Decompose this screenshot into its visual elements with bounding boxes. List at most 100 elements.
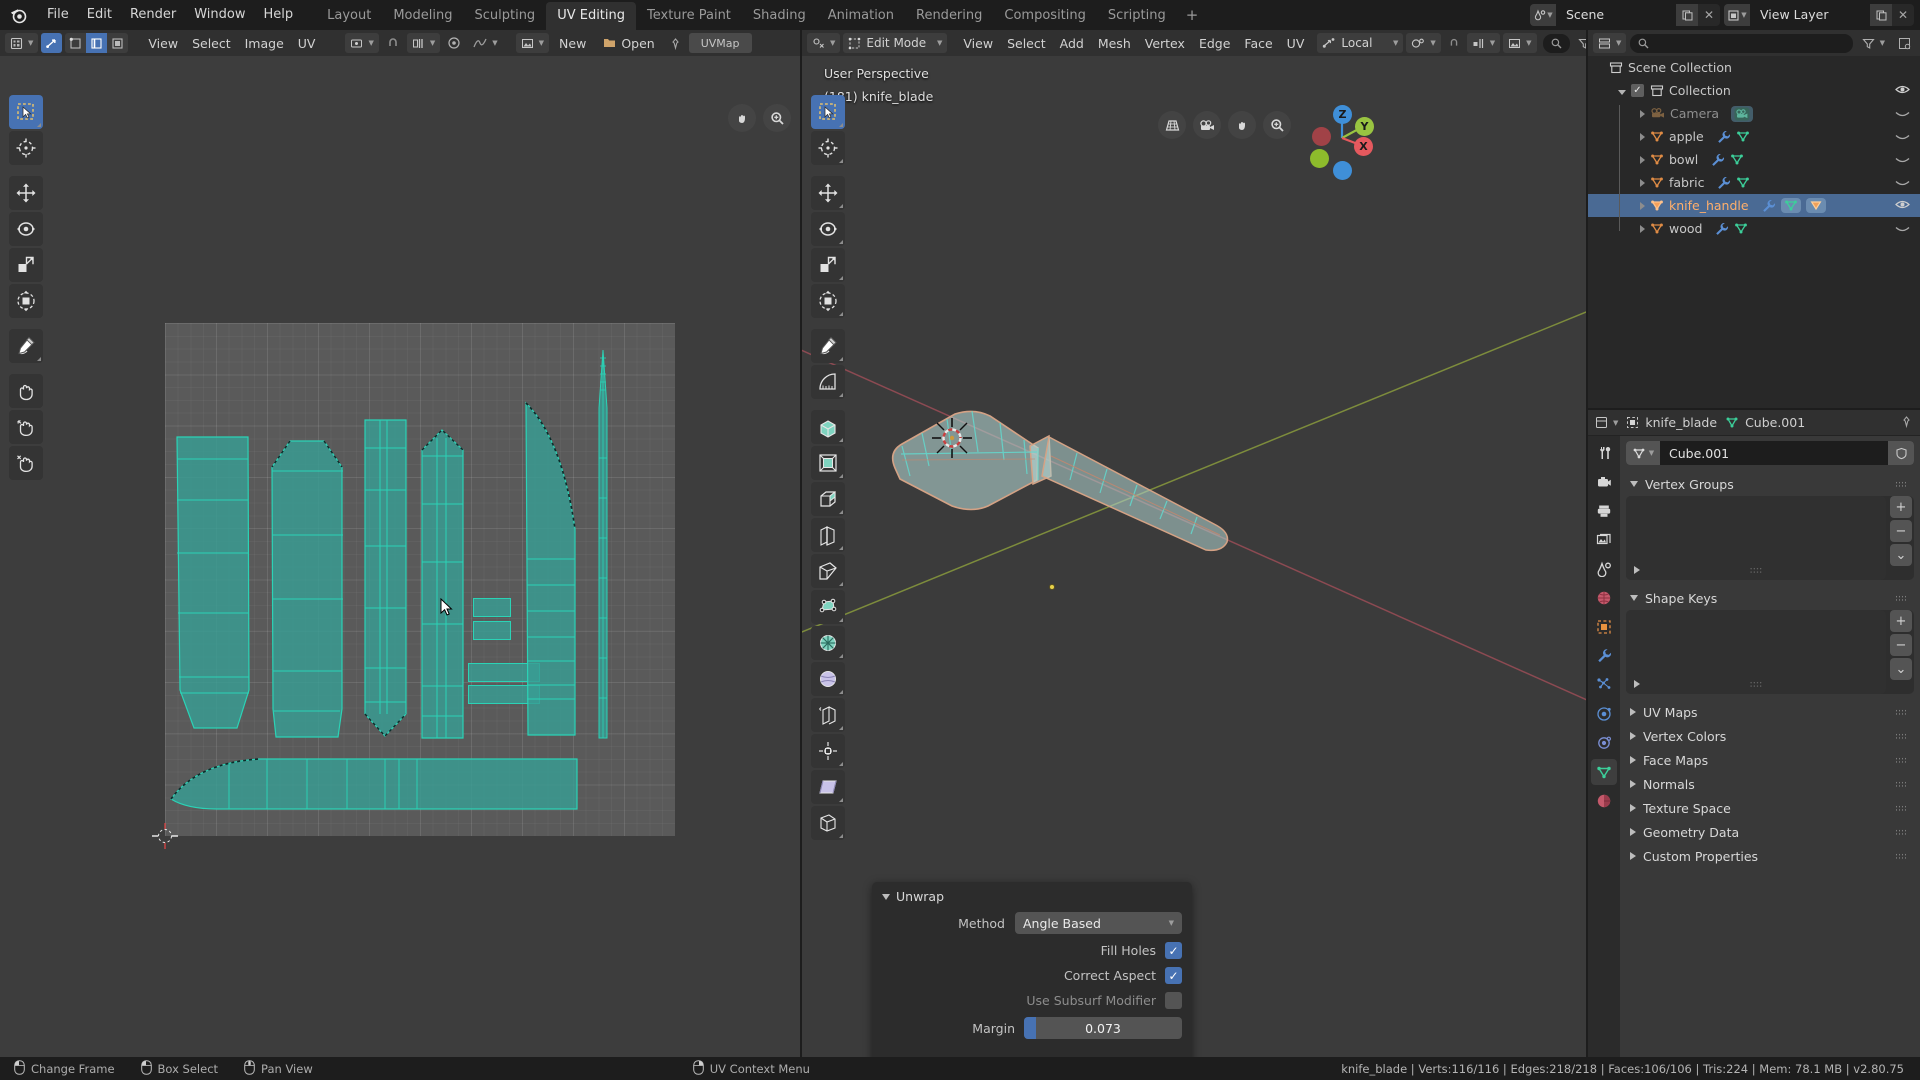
workspace-tab-uv-editing[interactable]: UV Editing: [546, 2, 637, 30]
snap-target-dropdown[interactable]: ▼: [1466, 33, 1501, 53]
inset-faces-tool[interactable]: [811, 446, 845, 480]
navigation-gizmo[interactable]: Z Y X: [1302, 98, 1382, 180]
cursor-tool[interactable]: [9, 131, 43, 165]
uvmap-name-button[interactable]: UVMap: [688, 33, 752, 53]
list-resize-grip[interactable]: [1749, 567, 1763, 574]
tool-expand-corner[interactable]: [839, 582, 843, 586]
snap-magnet-icon[interactable]: [1444, 33, 1464, 53]
mesh-data-icon[interactable]: [1736, 130, 1750, 143]
smooth-tool[interactable]: [811, 662, 845, 696]
small-quad-2[interactable]: [473, 621, 511, 640]
loop-cut-tool[interactable]: [811, 518, 845, 552]
move-tool[interactable]: [811, 176, 845, 210]
vertex-select-icon[interactable]: [65, 33, 87, 53]
workspace-tab-layout[interactable]: Layout: [316, 2, 382, 30]
workspace-tab-texture-paint[interactable]: Texture Paint: [636, 2, 742, 30]
tweak-tool[interactable]: [811, 95, 845, 129]
list-content[interactable]: [1626, 610, 1886, 694]
unwrap-operator-panel[interactable]: Unwrap Method Angle Based ▼ Fill Holes ✓…: [872, 882, 1192, 1078]
viewlayer-copy-button[interactable]: [1870, 4, 1892, 26]
pivot-point-dropdown[interactable]: ▼: [1406, 33, 1441, 53]
minus-icon[interactable]: −: [1890, 520, 1912, 542]
add-workspace-button[interactable]: +: [1177, 1, 1208, 29]
fake-user-shield-icon[interactable]: [1888, 441, 1914, 465]
render-tab[interactable]: [1591, 469, 1617, 495]
viewlayer-tab[interactable]: [1591, 527, 1617, 553]
visibility-eye-closed-icon[interactable]: [1895, 130, 1910, 144]
tool-expand-corner[interactable]: [839, 798, 843, 802]
move-tool[interactable]: [9, 176, 43, 210]
drag-grip[interactable]: [1895, 481, 1906, 488]
wrench-modifier-icon[interactable]: [1714, 222, 1729, 236]
scale-tool[interactable]: [811, 248, 845, 282]
tool-expand-corner[interactable]: [839, 618, 843, 622]
tool-expand-corner[interactable]: [839, 312, 843, 316]
edge-slide-tool[interactable]: [811, 698, 845, 732]
tool-expand-corner[interactable]: [839, 276, 843, 280]
bevel-tool[interactable]: [811, 482, 845, 516]
data-tab[interactable]: [1591, 759, 1617, 785]
scale-tool[interactable]: [9, 248, 43, 282]
annotate-tool[interactable]: [811, 329, 845, 363]
disclosure-triangle-right[interactable]: [1640, 221, 1645, 236]
tool-expand-corner[interactable]: [37, 357, 41, 361]
chevron-down-icon[interactable]: ⌄: [1890, 658, 1912, 680]
view3d-menu-add[interactable]: Add: [1053, 34, 1091, 53]
filter-settings-icon[interactable]: [1894, 33, 1915, 53]
scene-name[interactable]: Scene: [1556, 4, 1676, 26]
outliner-row-scene-collection[interactable]: Scene Collection: [1588, 56, 1920, 79]
visibility-eye-closed-icon[interactable]: [1895, 176, 1910, 190]
divider-outliner-properties[interactable]: [1588, 408, 1920, 410]
menu-help[interactable]: Help: [255, 4, 303, 26]
visibility-eye-closed-icon[interactable]: [1895, 153, 1910, 167]
drag-grip[interactable]: [1895, 757, 1906, 764]
disclosure-triangle-right[interactable]: [1640, 152, 1645, 167]
drag-grip[interactable]: [1895, 733, 1906, 740]
drag-grip[interactable]: [1895, 781, 1906, 788]
section-header-normals[interactable]: Normals: [1626, 772, 1914, 796]
uv-pan-view-button[interactable]: [728, 104, 756, 132]
transform-tool[interactable]: [811, 284, 845, 318]
scene-tab[interactable]: [1591, 556, 1617, 582]
object-tab[interactable]: [1591, 614, 1617, 640]
view3d-menu-edge[interactable]: Edge: [1192, 34, 1237, 53]
extrude-region-tool[interactable]: [811, 410, 845, 444]
disclosure-triangle-right[interactable]: [1640, 175, 1645, 190]
properties-body[interactable]: ▼ Cube.001 Vertex Groups + − ⌄ Shape Keys + − ⌄…: [1620, 436, 1920, 1057]
outliner-display-mode-button[interactable]: ▼: [1593, 33, 1627, 53]
outliner-tree[interactable]: Scene Collection ✓ Collection Camera apple bo…: [1588, 56, 1920, 240]
disclosure-triangle-down[interactable]: [1618, 83, 1626, 98]
view3d-menu-view[interactable]: View: [956, 34, 1000, 53]
gizmo-axis-neg-x[interactable]: [1312, 127, 1331, 146]
viewlayer-selector[interactable]: ▼ View Layer ✕: [1724, 4, 1914, 26]
mesh-data-icon[interactable]: [1736, 176, 1750, 189]
list-resize-grip[interactable]: [1749, 681, 1763, 688]
section-header-uv-maps[interactable]: UV Maps: [1626, 700, 1914, 724]
tool-expand-corner[interactable]: [839, 690, 843, 694]
tool-expand-corner[interactable]: [839, 438, 843, 442]
menu-render[interactable]: Render: [121, 4, 185, 26]
annotate-tool[interactable]: [9, 329, 43, 363]
plus-icon[interactable]: +: [1890, 496, 1912, 518]
section-header-texture-space[interactable]: Texture Space: [1626, 796, 1914, 820]
outliner-row-knife_handle[interactable]: knife_handle: [1588, 194, 1920, 217]
drag-grip[interactable]: [1895, 853, 1906, 860]
disclosure-triangle-right[interactable]: [1640, 129, 1645, 144]
list-content[interactable]: [1626, 496, 1886, 580]
tool-expand-corner[interactable]: [839, 159, 843, 163]
cursor-tool[interactable]: [811, 131, 845, 165]
camera-data-icon[interactable]: [1731, 105, 1754, 122]
workspace-tab-compositing[interactable]: Compositing: [993, 2, 1097, 30]
handle-side-a[interactable]: [175, 435, 253, 732]
viewlayer-close-button[interactable]: ✕: [1892, 4, 1914, 26]
grid-toggle-icon[interactable]: [1158, 111, 1186, 139]
shear-tool[interactable]: [811, 770, 845, 804]
outliner-row-collection[interactable]: ✓ Collection: [1588, 79, 1920, 102]
outliner-row-bowl[interactable]: bowl: [1588, 148, 1920, 171]
grab-uv-tool[interactable]: [9, 374, 43, 408]
interaction-mode-dropdown[interactable]: Edit Mode ▼: [843, 33, 948, 53]
small-quad-1[interactable]: [473, 598, 511, 617]
gizmo-axis-x[interactable]: X: [1354, 137, 1373, 156]
properties-editor-type-button[interactable]: ▼: [1595, 413, 1618, 433]
blade-face[interactable]: [524, 399, 579, 739]
